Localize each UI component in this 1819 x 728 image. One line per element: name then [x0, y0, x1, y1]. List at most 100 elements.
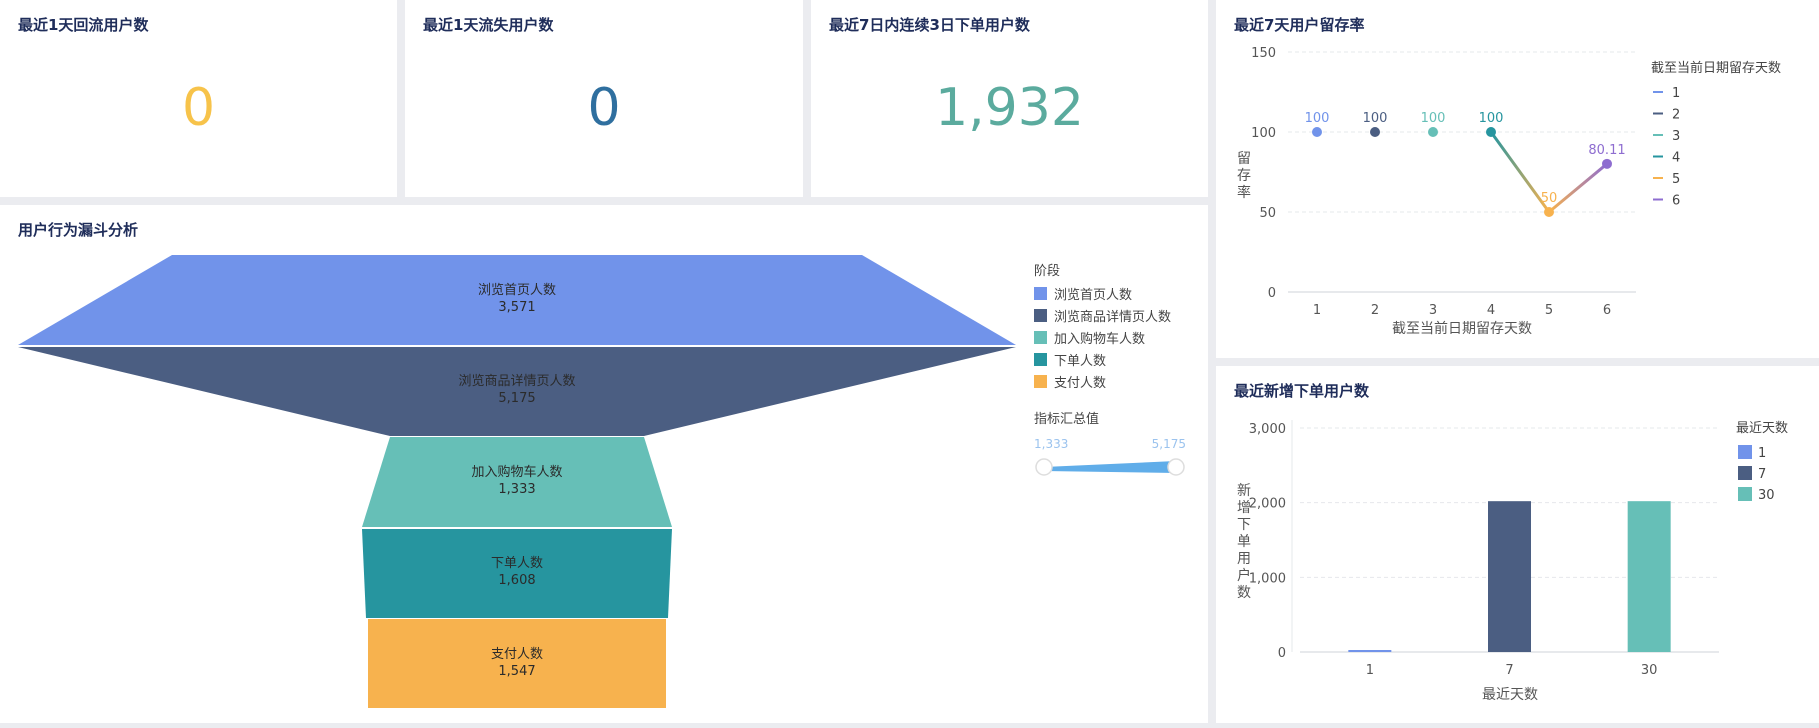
y-tick-label: 1,000 — [1249, 571, 1286, 586]
range-title: 指标汇总值 — [1034, 411, 1099, 427]
funnel-legend: 浏览首页人数 浏览商品详情页人数 加入购物车人数 下单人数 支付人数 — [1034, 287, 1171, 391]
kpi-card-returning-users: 最近1天回流用户数 0 — [0, 0, 397, 197]
range-min-label: 1,333 — [1034, 437, 1068, 451]
kpi-card-lost-users: 最近1天流失用户数 0 — [405, 0, 803, 197]
data-point[interactable] — [1312, 127, 1322, 137]
legend-item-place-order[interactable]: 下单人数 — [1054, 354, 1106, 369]
legend-swatch — [1738, 466, 1752, 480]
y-axis-char: 单 — [1237, 534, 1251, 550]
y-tick-label: 0 — [1268, 286, 1276, 301]
y-tick-label: 3,000 — [1249, 422, 1286, 437]
y-tick-label: 150 — [1251, 46, 1276, 61]
point-label: 100 — [1363, 111, 1388, 126]
x-tick-label: 1 — [1366, 663, 1374, 678]
funnel-stage-value: 1,547 — [498, 664, 535, 679]
kpi-card-consecutive-order-users: 最近7日内连续3日下单用户数 1,932 — [811, 0, 1208, 197]
legend-item[interactable]: 1 — [1758, 446, 1766, 461]
kpi-value: 0 — [587, 78, 621, 138]
range-track — [1044, 461, 1176, 473]
legend-swatch — [1034, 287, 1047, 300]
point-label: 100 — [1421, 111, 1446, 126]
legend-item[interactable]: 5 — [1672, 172, 1680, 187]
y-tick-label: 100 — [1251, 126, 1276, 141]
legend-item-pay[interactable]: 支付人数 — [1054, 376, 1106, 391]
bar-legend: 1 7 30 — [1738, 445, 1775, 503]
new-orders-card: 最近新增下单用户数 0 1,000 2,000 3,000 1 7 30 最近天… — [1216, 366, 1819, 723]
legend-item[interactable]: 1 — [1672, 86, 1680, 101]
retention-x-ticks: 1 2 3 4 5 6 — [1313, 303, 1611, 318]
legend-item[interactable]: 7 — [1758, 467, 1766, 482]
bar-y-axis-title: 新 增 下 单 用 户 数 — [1237, 483, 1251, 601]
x-tick-label: 7 — [1505, 663, 1513, 678]
y-axis-char: 用 — [1237, 551, 1251, 567]
legend-item[interactable]: 30 — [1758, 488, 1775, 503]
legend-swatch — [1034, 353, 1047, 366]
retention-card: 最近7天用户留存率 0 50 100 150 1 2 3 4 5 6 100 1… — [1216, 0, 1819, 358]
legend-swatch — [1034, 309, 1047, 322]
y-axis-char: 下 — [1237, 517, 1251, 533]
range-handle-min[interactable] — [1035, 458, 1053, 476]
legend-item[interactable]: 6 — [1672, 194, 1680, 209]
data-point[interactable] — [1370, 127, 1380, 137]
y-axis-char: 数 — [1237, 585, 1251, 601]
data-point[interactable] — [1544, 207, 1554, 217]
funnel-stage-label: 浏览商品详情页人数 — [458, 373, 575, 389]
bar[interactable] — [1488, 501, 1531, 652]
retention-legend-title: 截至当前日期留存天数 — [1651, 60, 1781, 76]
kpi-title: 最近1天流失用户数 — [423, 16, 554, 34]
y-axis-char: 存 — [1237, 168, 1251, 184]
retention-y-ticks: 0 50 100 150 — [1251, 46, 1276, 301]
legend-item-browse-home[interactable]: 浏览首页人数 — [1054, 287, 1132, 303]
legend-item-add-to-cart[interactable]: 加入购物车人数 — [1054, 331, 1145, 347]
x-tick-label: 4 — [1487, 303, 1495, 318]
kpi-title: 最近7日内连续3日下单用户数 — [829, 16, 1030, 34]
legend-swatch — [1738, 487, 1752, 501]
legend-item[interactable]: 3 — [1672, 129, 1680, 144]
x-tick-label: 2 — [1371, 303, 1379, 318]
retention-x-axis-title: 截至当前日期留存天数 — [1392, 320, 1532, 337]
retention-grid — [1288, 51, 1636, 293]
funnel-chart: 浏览首页人数 3,571 浏览商品详情页人数 5,175 加入购物车人数 1,3… — [18, 255, 1186, 708]
bar-series — [1348, 501, 1671, 652]
point-label: 50 — [1541, 191, 1558, 206]
bar-legend-title: 最近天数 — [1736, 421, 1788, 436]
y-axis-char: 留 — [1237, 151, 1251, 167]
range-handle-max[interactable] — [1167, 458, 1185, 476]
bar[interactable] — [1627, 501, 1671, 652]
bar-y-ticks: 0 1,000 2,000 3,000 — [1249, 422, 1286, 661]
legend-item-browse-detail[interactable]: 浏览商品详情页人数 — [1054, 309, 1171, 325]
data-point[interactable] — [1428, 127, 1438, 137]
legend-swatch — [1034, 375, 1047, 388]
point-label: 100 — [1479, 111, 1504, 126]
bar[interactable] — [1348, 650, 1392, 652]
point-label: 100 — [1305, 111, 1330, 126]
y-tick-label: 0 — [1278, 646, 1286, 661]
range-max-label: 5,175 — [1152, 437, 1186, 451]
retention-point-labels: 100 100 100 100 50 80.11 — [1305, 111, 1626, 206]
funnel-stage-label: 加入购物车人数 — [471, 464, 562, 480]
legend-item[interactable]: 2 — [1672, 108, 1680, 123]
funnel-stage-value: 1,608 — [498, 573, 535, 588]
data-point[interactable] — [1602, 158, 1612, 169]
retention-line-chart: 0 50 100 150 1 2 3 4 5 6 100 100 100 100… — [1237, 46, 1781, 337]
kpi-value: 1,932 — [935, 78, 1084, 138]
retention-y-axis-title: 留 存 率 — [1237, 151, 1251, 201]
y-axis-char: 新 — [1237, 483, 1251, 499]
x-tick-label: 5 — [1545, 303, 1553, 318]
y-tick-label: 2,000 — [1249, 497, 1286, 512]
funnel-stage-value: 5,175 — [498, 391, 535, 406]
bar-x-ticks: 1 7 30 — [1366, 663, 1658, 678]
bar-x-axis-title: 最近天数 — [1482, 687, 1538, 703]
legend-item[interactable]: 4 — [1672, 151, 1680, 166]
funnel-stage-label: 支付人数 — [491, 647, 543, 662]
legend-swatch — [1738, 445, 1752, 459]
retention-series — [1312, 127, 1612, 217]
legend-swatch — [1034, 331, 1047, 344]
retention-legend: 1 2 3 4 5 6 — [1653, 86, 1680, 209]
y-axis-char: 增 — [1237, 500, 1251, 516]
line-segment — [1547, 162, 1609, 214]
point-label: 80.11 — [1588, 143, 1625, 158]
funnel-stage-label: 下单人数 — [491, 556, 543, 571]
data-point[interactable] — [1486, 127, 1496, 137]
x-tick-label: 1 — [1313, 303, 1321, 318]
